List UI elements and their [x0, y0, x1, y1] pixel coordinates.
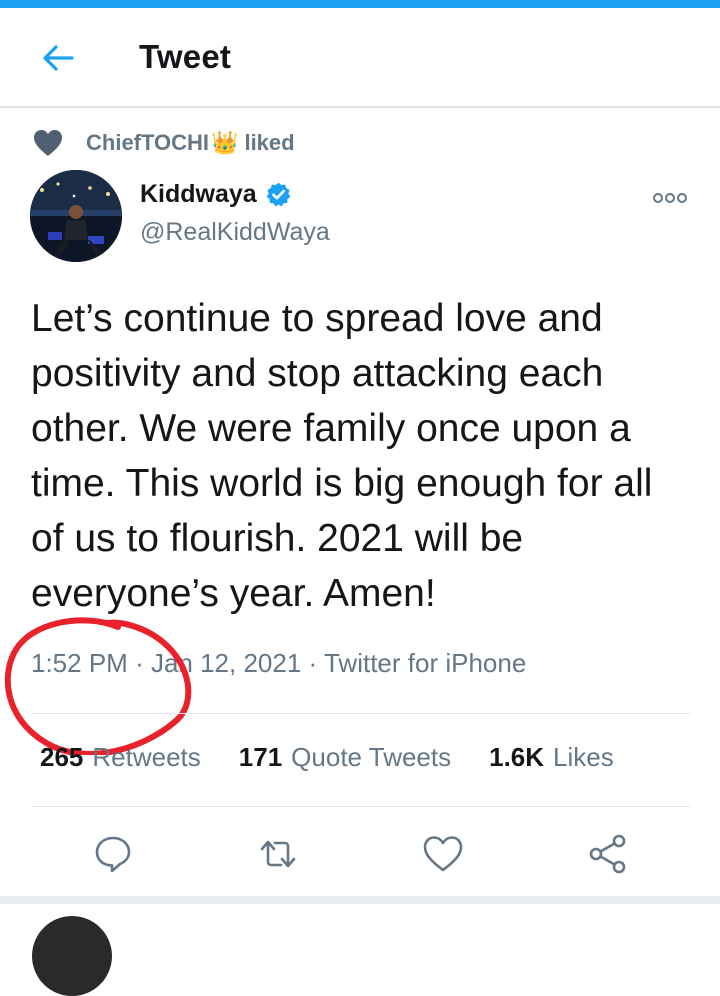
likes-label: Likes	[553, 742, 614, 772]
tweet-text: Let’s continue to spread love and positi…	[31, 297, 653, 615]
divider	[31, 713, 690, 714]
tweet-actions	[0, 832, 720, 878]
like-icon[interactable]	[421, 832, 465, 876]
meta-separator: ·	[135, 648, 151, 678]
social-context: ChiefTOCHI 👑 liked	[32, 126, 295, 160]
page-title: Tweet	[139, 38, 232, 75]
quote-tweets-count: 171	[238, 742, 283, 772]
tweet-metadata: 1:52 PM · Jan 12, 2021 · Twitter for iPh…	[31, 648, 526, 679]
meta-separator: ·	[308, 648, 324, 678]
tweet-date[interactable]: Jan 12, 2021	[151, 648, 301, 678]
reply-icon[interactable]	[91, 832, 135, 876]
reply-avatar[interactable]	[32, 916, 112, 996]
retweet-icon[interactable]	[256, 832, 300, 876]
quote-tweets-label: Quote Tweets	[291, 742, 452, 772]
verified-badge-icon	[266, 182, 291, 207]
app-header: Tweet	[0, 8, 720, 108]
author-name-text: Kiddwaya	[140, 180, 257, 208]
author-avatar[interactable]	[30, 170, 122, 262]
retweets-label: Retweets	[92, 742, 201, 772]
status-accent-bar	[0, 0, 720, 8]
retweets-stat[interactable]: 265 Retweets	[40, 742, 201, 773]
likes-stat[interactable]: 1.6K Likes	[489, 742, 614, 773]
liked-label: liked	[244, 130, 295, 155]
liker-name[interactable]: ChiefTOCHI	[86, 130, 209, 156]
engagement-stats: 265 Retweets 171 Quote Tweets 1.6K Likes	[40, 742, 652, 773]
divider	[31, 806, 690, 807]
tweet-source[interactable]: Twitter for iPhone	[324, 648, 526, 678]
share-icon[interactable]	[586, 832, 630, 876]
crown-emoji: 👑	[211, 130, 239, 155]
red-circle-annotation	[4, 617, 192, 755]
back-arrow-icon[interactable]	[38, 38, 78, 78]
author-name[interactable]: Kiddwaya	[140, 180, 292, 209]
quote-tweets-stat[interactable]: 171 Quote Tweets	[239, 742, 451, 773]
retweets-count: 265	[40, 742, 84, 772]
avatar-image	[30, 170, 122, 262]
tweet-time[interactable]: 1:52 PM	[31, 648, 128, 678]
likes-count: 1.6K	[489, 742, 545, 772]
heart-icon	[34, 130, 62, 156]
author-handle[interactable]: @RealKiddWaya	[140, 218, 330, 247]
more-options-icon[interactable]	[650, 188, 690, 208]
section-separator	[0, 896, 720, 904]
